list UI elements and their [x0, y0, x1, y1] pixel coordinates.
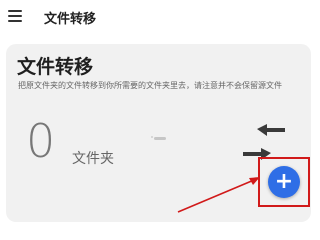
folder-count: 0: [26, 114, 56, 168]
card-description: 把原文件夹的文件转移到你所需要的文件夹里去，请注意并不会保留源文件: [18, 81, 282, 90]
decorative-dot: [151, 136, 153, 138]
annotation-arrow-icon: [177, 177, 260, 213]
app-window: 文件转移 文件转移 把原文件夹的文件转移到你所需要的文件夹里去，请注意并不会保留…: [0, 0, 320, 230]
card-title: 文件转移: [17, 56, 94, 78]
folder-count-unit: 文件夹: [72, 151, 114, 167]
app-bar: 文件转移: [0, 0, 320, 34]
page-title: 文件转移: [44, 12, 97, 27]
add-button[interactable]: +: [268, 166, 300, 198]
drag-handle[interactable]: [154, 137, 166, 140]
menu-icon[interactable]: [8, 10, 22, 22]
